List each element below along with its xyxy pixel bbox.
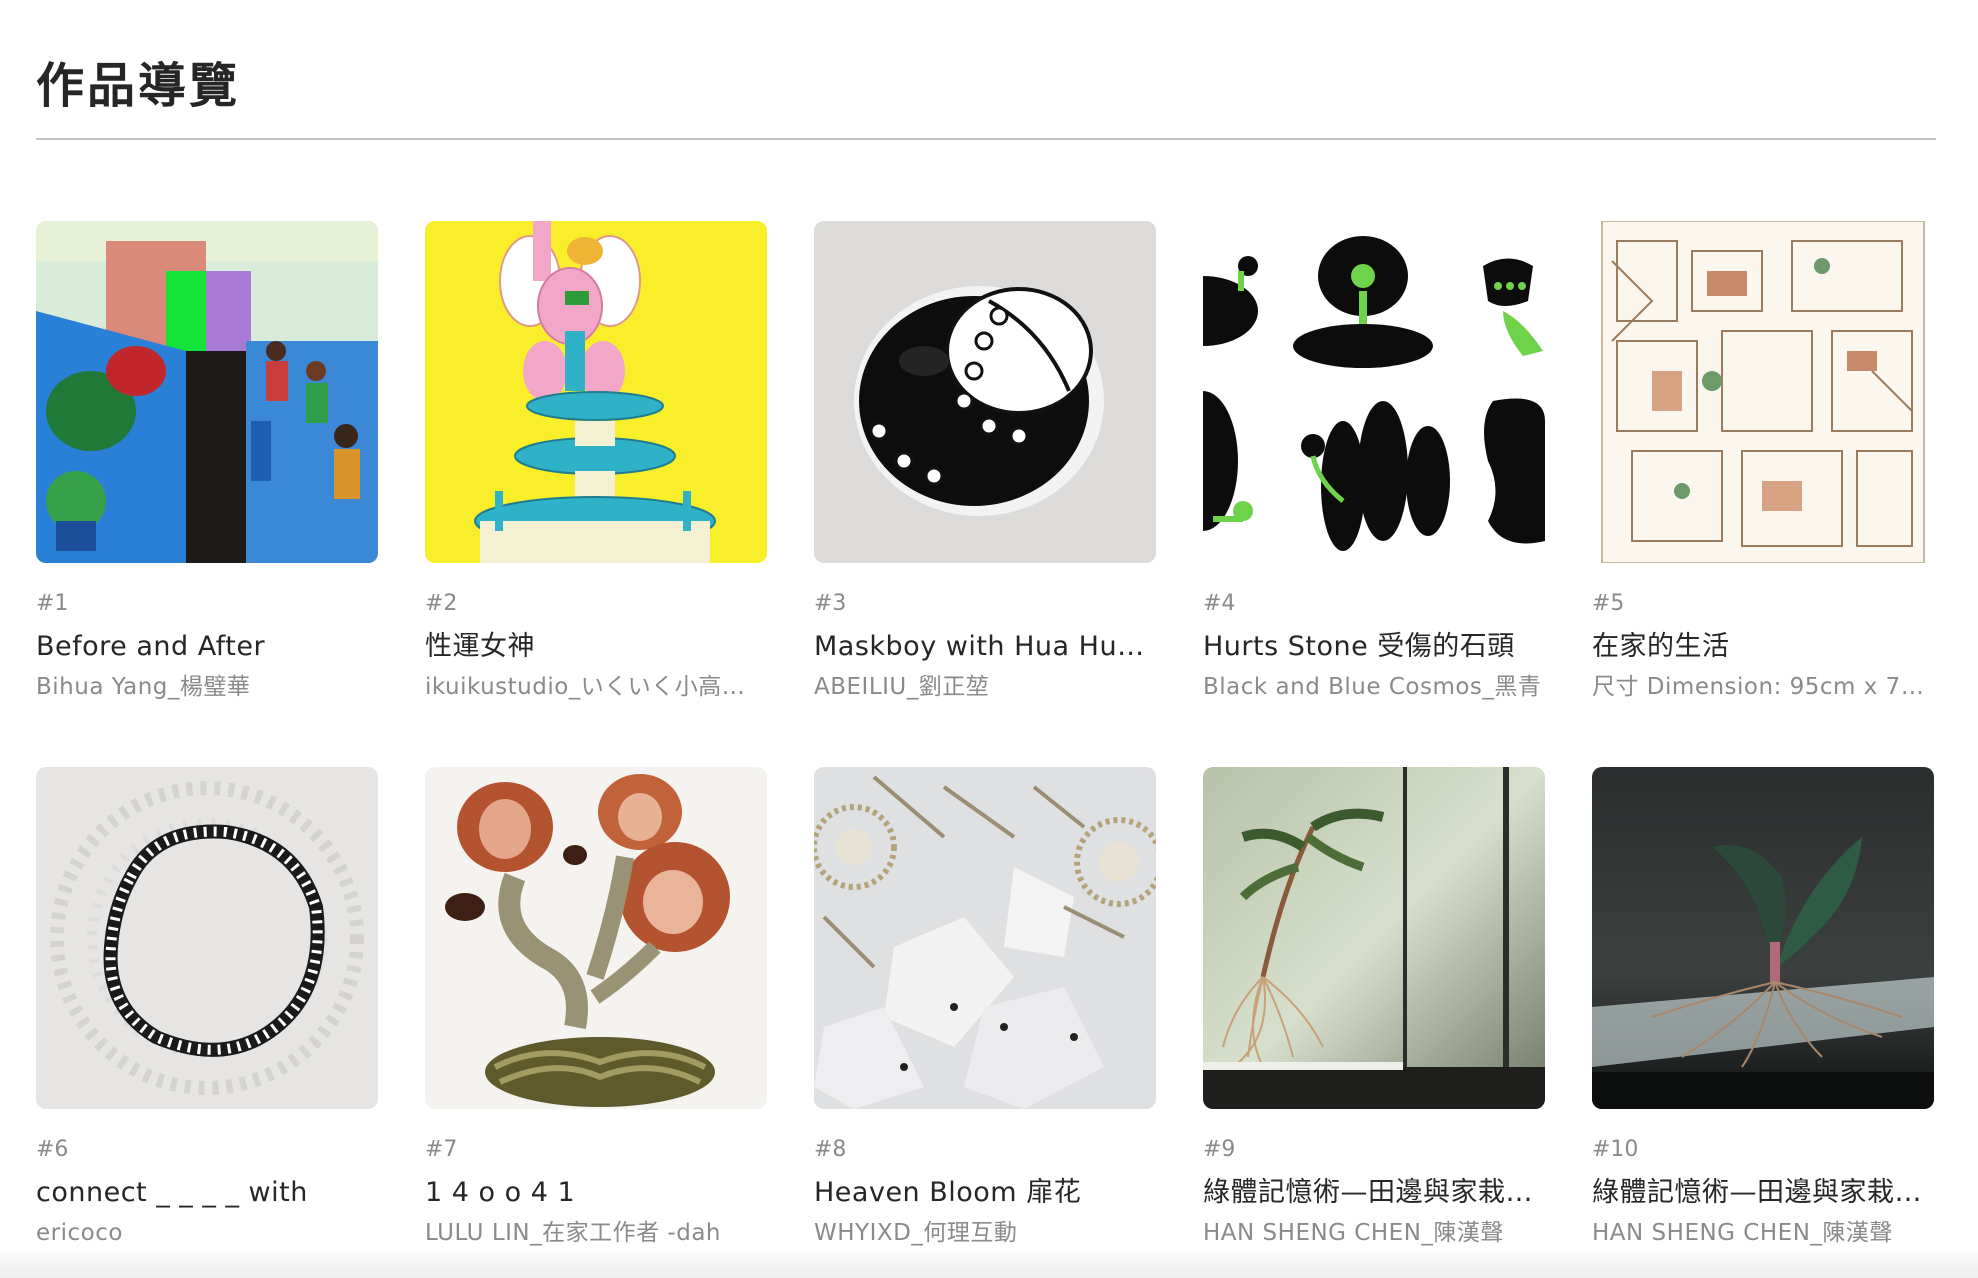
artwork-meta: #4 Hurts Stone 受傷的石頭 Black and Blue Cosm… bbox=[1203, 583, 1545, 703]
house-interior-line-drawing bbox=[1592, 221, 1934, 563]
artwork-title[interactable]: 綠體記憶術—田邊與家栽… bbox=[1592, 1175, 1934, 1211]
artwork-title[interactable]: connect _ _ _ _ with bbox=[36, 1175, 378, 1211]
artwork-number: #6 bbox=[36, 1137, 69, 1162]
artwork-thumbnail[interactable] bbox=[1592, 767, 1934, 1109]
pink-figure-fountain-illustration bbox=[425, 221, 767, 563]
artwork-artist: LULU LIN_在家工作者 -dah bbox=[425, 1220, 722, 1246]
artwork-thumbnail[interactable] bbox=[425, 767, 767, 1109]
artwork-artist: ikuikustudio_いくいく小高… bbox=[425, 674, 746, 700]
artwork-card[interactable]: #6 connect _ _ _ _ with ericoco bbox=[36, 767, 378, 1246]
artwork-meta: #7 1 4 o o 4 1 LULU LIN_在家工作者 -dah bbox=[425, 1129, 767, 1249]
artwork-artist: ericoco bbox=[36, 1220, 123, 1246]
artwork-title[interactable]: Maskboy with Hua Hua… bbox=[814, 629, 1156, 665]
mask-face-flowers-artwork bbox=[814, 221, 1156, 563]
artwork-artist: Black and Blue Cosmos_黑青 bbox=[1203, 674, 1542, 700]
artwork-thumbnail[interactable] bbox=[814, 221, 1156, 563]
artwork-artist: ABEILIU_劉正堃 bbox=[814, 674, 990, 700]
page-header: 作品導覽 bbox=[36, 44, 1936, 128]
artwork-thumbnail[interactable] bbox=[814, 767, 1156, 1109]
artwork-number: #2 bbox=[425, 591, 458, 616]
artwork-card[interactable]: #8 Heaven Bloom 扉花 WHYIXD_何理互動 bbox=[814, 767, 1156, 1246]
rose-faces-painting bbox=[425, 767, 767, 1109]
artwork-number: #5 bbox=[1592, 591, 1625, 616]
artwork-meta: #9 綠體記憶術—田邊與家栽… HAN SHENG CHEN_陳漢聲 bbox=[1203, 1129, 1545, 1249]
artwork-meta: #1 Before and After Bihua Yang_楊璧華 bbox=[36, 583, 378, 703]
artwork-title[interactable]: 在家的生活 bbox=[1592, 629, 1934, 665]
artwork-title[interactable]: Before and After bbox=[36, 629, 378, 665]
artwork-card[interactable]: #5 在家的生活 尺寸 Dimension: 95cm x 70… bbox=[1592, 221, 1934, 700]
artwork-thumbnail[interactable] bbox=[1592, 221, 1934, 563]
plant-roots-lit-installation bbox=[1592, 767, 1934, 1109]
artwork-meta: #8 Heaven Bloom 扉花 WHYIXD_何理互動 bbox=[814, 1129, 1156, 1249]
black-stones-green-flowers-artwork bbox=[1203, 221, 1545, 563]
artwork-card[interactable]: #1 Before and After Bihua Yang_楊璧華 bbox=[36, 221, 378, 700]
artwork-thumbnail[interactable] bbox=[36, 221, 378, 563]
header-divider bbox=[36, 138, 1936, 140]
artwork-card[interactable]: #7 1 4 o o 4 1 LULU LIN_在家工作者 -dah bbox=[425, 767, 767, 1246]
artwork-artist: WHYIXD_何理互動 bbox=[814, 1220, 1018, 1246]
artwork-meta: #10 綠體記憶術—田邊與家栽… HAN SHENG CHEN_陳漢聲 bbox=[1592, 1129, 1934, 1249]
artwork-meta: #2 性運女神 ikuikustudio_いくいく小高… bbox=[425, 583, 767, 703]
artwork-title[interactable]: Hurts Stone 受傷的石頭 bbox=[1203, 629, 1545, 665]
artwork-meta: #6 connect _ _ _ _ with ericoco bbox=[36, 1129, 378, 1249]
artwork-card[interactable]: #10 綠體記憶術—田邊與家栽… HAN SHENG CHEN_陳漢聲 bbox=[1592, 767, 1934, 1246]
artwork-artist: 尺寸 Dimension: 95cm x 70… bbox=[1592, 674, 1934, 700]
bottom-edge bbox=[0, 1252, 1978, 1278]
artwork-number: #8 bbox=[814, 1137, 847, 1162]
artwork-artist: HAN SHENG CHEN_陳漢聲 bbox=[1203, 1220, 1504, 1246]
airplane-cabin-plants-illustration bbox=[36, 221, 378, 563]
artwork-number: #9 bbox=[1203, 1137, 1236, 1162]
artwork-title[interactable]: 綠體記憶術—田邊與家栽… bbox=[1203, 1175, 1545, 1211]
plant-roots-glass-installation bbox=[1203, 767, 1545, 1109]
artwork-number: #1 bbox=[36, 591, 69, 616]
ring-of-figures-drawing bbox=[36, 767, 378, 1109]
artwork-thumbnail[interactable] bbox=[1203, 767, 1545, 1109]
artwork-thumbnail[interactable] bbox=[1203, 221, 1545, 563]
artwork-title[interactable]: 1 4 o o 4 1 bbox=[425, 1175, 767, 1211]
artwork-artist: Bihua Yang_楊璧華 bbox=[36, 674, 251, 700]
artwork-card[interactable]: #4 Hurts Stone 受傷的石頭 Black and Blue Cosm… bbox=[1203, 221, 1545, 700]
artwork-number: #10 bbox=[1592, 1137, 1639, 1162]
kinetic-flower-installation bbox=[814, 767, 1156, 1109]
page-title: 作品導覽 bbox=[36, 58, 241, 114]
artwork-card[interactable]: #3 Maskboy with Hua Hua… ABEILIU_劉正堃 bbox=[814, 221, 1156, 700]
artwork-grid: #1 Before and After Bihua Yang_楊璧華 #2 性運… bbox=[36, 221, 1936, 1246]
artwork-meta: #5 在家的生活 尺寸 Dimension: 95cm x 70… bbox=[1592, 583, 1934, 703]
artwork-thumbnail[interactable] bbox=[36, 767, 378, 1109]
artwork-number: #4 bbox=[1203, 591, 1236, 616]
artwork-title[interactable]: Heaven Bloom 扉花 bbox=[814, 1175, 1156, 1211]
artwork-artist: HAN SHENG CHEN_陳漢聲 bbox=[1592, 1220, 1893, 1246]
artwork-meta: #3 Maskboy with Hua Hua… ABEILIU_劉正堃 bbox=[814, 583, 1156, 703]
artwork-thumbnail[interactable] bbox=[425, 221, 767, 563]
artwork-title[interactable]: 性運女神 bbox=[425, 629, 767, 665]
artwork-number: #3 bbox=[814, 591, 847, 616]
artwork-number: #7 bbox=[425, 1137, 458, 1162]
artwork-card[interactable]: #2 性運女神 ikuikustudio_いくいく小高… bbox=[425, 221, 767, 700]
artwork-card[interactable]: #9 綠體記憶術—田邊與家栽… HAN SHENG CHEN_陳漢聲 bbox=[1203, 767, 1545, 1246]
